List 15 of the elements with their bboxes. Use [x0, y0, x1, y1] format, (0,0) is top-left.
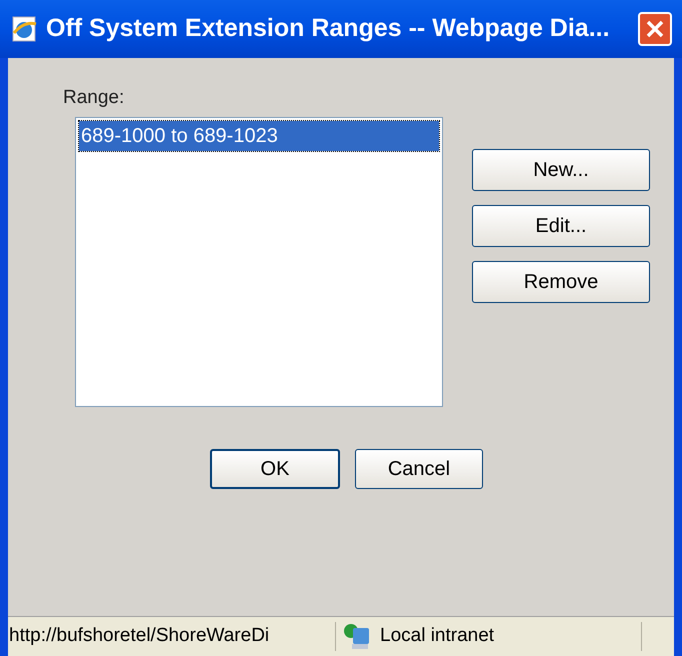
status-url: http://bufshoretel/ShoreWareDi [8, 622, 336, 651]
security-zone: Local intranet [380, 622, 642, 651]
action-button[interactable]: Edit... [472, 204, 650, 246]
close-icon [645, 19, 665, 39]
range-listbox[interactable]: 689-1000 to 689-1023 [75, 116, 443, 406]
close-button[interactable] [638, 12, 672, 46]
action-button[interactable]: Remove [472, 260, 650, 302]
window-title: Off System Extension Ranges -- Webpage Dia... [46, 13, 611, 44]
network-computer-icon [342, 622, 372, 652]
globe-page-icon [10, 15, 38, 43]
dialog-button[interactable]: OK [210, 448, 340, 488]
range-label: Range: [63, 86, 126, 110]
action-button[interactable]: New... [472, 148, 650, 190]
dialog-button[interactable]: Cancel [355, 448, 483, 488]
range-list-item[interactable]: 689-1000 to 689-1023 [79, 120, 439, 150]
